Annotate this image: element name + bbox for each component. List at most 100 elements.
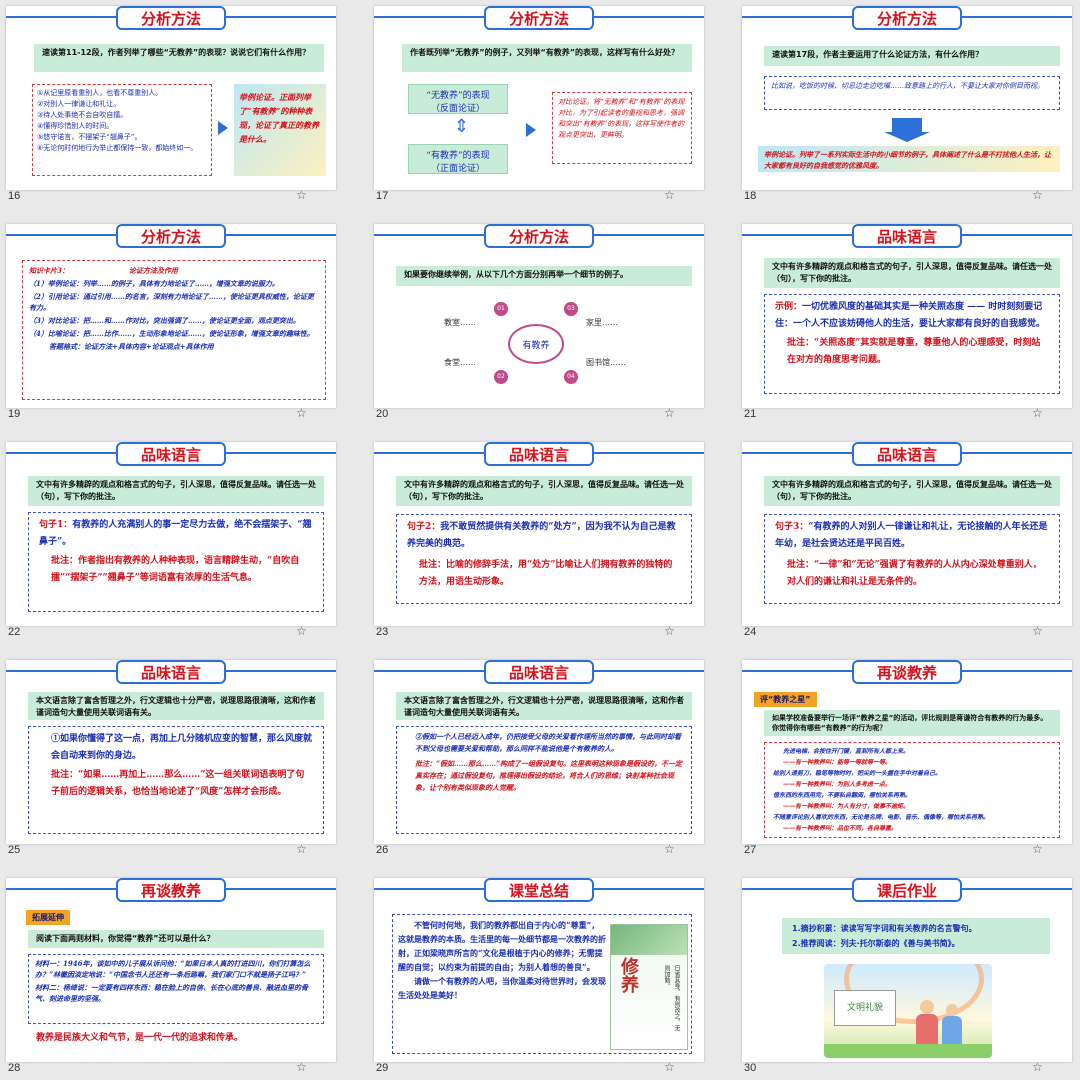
slide-20[interactable]: 分析方法 如果要你继续举例，从以下几个方面分别再举一个细节的例子。 有教养 01… [374,224,704,408]
sentence-label: 句子2： [407,522,441,532]
slide-thumbnail[interactable]: 分析方法 速读第17段，作者主要运用了什么论证方法，有什么作用？ 比如说，吃饭的… [736,0,1080,208]
sentence-text: 有教养的人充满别人的事一定尽力去做，绝不会摆架子、“翘鼻子”。 [39,520,312,547]
slide-thumbnail[interactable]: 品味语言 文中有许多精辟的观点和格言式的句子，引人深思，值得反复品味。请任选一处… [368,436,724,644]
star-icon[interactable]: ☆ [1032,188,1043,202]
behavior-line: 借东西的东西用完，不要私自翻阅，哪怕关系再熟。 [773,792,912,799]
slide-23[interactable]: 品味语言 文中有许多精辟的观点和格言式的句子，引人深思，值得反复品味。请任选一处… [374,442,704,626]
summary-paragraph: 请做一个有教养的人吧，当你温柔对待世界时，会发现生活处处是美好！ [398,976,606,1000]
item: ④懂得珍惜别人的时间。 [37,122,114,130]
star-icon[interactable]: ☆ [664,842,675,856]
slide-thumbnail[interactable]: 品味语言 本文语言除了富含哲理之外，行文逻辑也十分严密，说理思路很清晰，这和作者… [368,654,724,862]
slide-27[interactable]: 再谈教养 评“教养之星” 如果学校准备要举行一场评“教养之星”的活动，评比规则是… [742,660,1072,844]
slide-number: 16 [8,190,21,202]
star-icon[interactable]: ☆ [664,406,675,420]
card-line: （3）对比论证：把……和……作对比，突出强调了……，使论证更全面，观点更突出。 [29,316,300,325]
sentence-text: 我不敢贸然提供有关教养的“处方”，因为我不认为自己是教养完美的典范。 [407,522,676,549]
question-box: 速读第11-12段，作者列举了哪些“无教养”的表现？说说它们有什么作用？ [34,44,324,72]
slide-thumbnail[interactable]: 课堂总结 不管何时何地，我们的教养都出自于内心的“尊重”，这就是教养的本质。生活… [368,872,724,1080]
slide-thumbnail[interactable]: 品味语言 文中有许多精辟的观点和格言式的句子，引人深思，值得反复品味。请任选一处… [0,436,356,644]
annotation-box: ②假如一个人已经迈入成年，仍把接受父母的关爱看作理所当然的事情，与此同时却看不到… [396,726,692,834]
star-icon[interactable]: ☆ [1032,406,1043,420]
conclusion-text: 教养是民族大义和气节，是一代一代的追求和传承。 [36,1033,244,1043]
annotation-box: 示例：一切优雅风度的基础其实是一种关照态度 —— 时时刻刻要记住：一个人不应该妨… [764,294,1060,394]
star-icon[interactable]: ☆ [664,624,675,638]
slide-title: 分析方法 [484,6,594,30]
note-text: 作者指出有教养的人种种表现，语言精辟生动，“自吹自擂”“摆架子”“翘鼻子”等词语… [51,556,300,583]
item: ②对别人一律谦让和礼让。 [37,100,121,108]
badge-02: 02 [494,370,508,384]
art-title: 修养 [618,957,639,993]
card-title: 论证方法及作用 [128,266,178,275]
slide-thumbnail[interactable]: 分析方法 知识卡片3： 论证方法及作用 （1）举例论证：列举……的例子，具体有力地… [0,218,356,426]
slide-26[interactable]: 品味语言 本文语言除了富含哲理之外，行文逻辑也十分严密，说理思路很清晰，这和作者… [374,660,704,844]
star-icon[interactable]: ☆ [664,188,675,202]
slide-thumbnail[interactable]: 课后作业 1.摘抄积累：读读写写字词和有关教养的名言警句。 2.推荐阅读：列夫·… [736,872,1080,1080]
slide-18[interactable]: 分析方法 速读第17段，作者主要运用了什么论证方法，有什么作用？ 比如说，吃饭的… [742,6,1072,190]
behavior-line: ——有一种教养叫：为别人多考虑一点。 [783,781,892,788]
question-box: 本文语言除了富含哲理之外，行文逻辑也十分严密，说理思路很清晰，这和作者谨词造句大… [28,692,324,720]
slide-28[interactable]: 再谈教养 拓展延伸 阅读下面两则材料，你觉得“教养”还可以是什么？ 材料一：19… [6,878,336,1062]
slide-thumbnail[interactable]: 再谈教养 拓展延伸 阅读下面两则材料，你觉得“教养”还可以是什么？ 材料一：19… [0,872,356,1080]
homework-item: 2.推荐阅读：列夫·托尔斯泰的《善与美书简》。 [792,939,960,948]
star-icon[interactable]: ☆ [1032,1060,1043,1074]
negative-box: “无教养”的表现 （反面论证） [408,84,508,114]
question-box: 文中有许多精辟的观点和格言式的句子，引人深思，值得反复品味。请任选一处（句），写… [396,476,692,506]
box-sublabel: （正面论证） [430,164,485,174]
slide-thumbnail[interactable]: 品味语言 本文语言除了富含哲理之外，行文逻辑也十分严密，说理思路很清晰，这和作者… [0,654,356,862]
civility-illustration: 文明礼貌 [824,964,992,1058]
slide-29[interactable]: 课堂总结 不管何时何地，我们的教养都出自于内心的“尊重”，这就是教养的本质。生活… [374,878,704,1062]
star-icon[interactable]: ☆ [1032,624,1043,638]
slide-thumbnail[interactable]: 品味语言 文中有许多精辟的观点和格言式的句子，引人深思，值得反复品味。请任选一处… [736,436,1080,644]
star-icon[interactable]: ☆ [1032,842,1043,856]
answer-box: 举例论证。列举了一系列实际生活中的小细节的例子，具体阐述了什么是不打扰他人生活，… [758,146,1060,172]
slide-19[interactable]: 分析方法 知识卡片3： 论证方法及作用 （1）举例论证：列举……的例子，具体有力地… [6,224,336,408]
slide-22[interactable]: 品味语言 文中有许多精辟的观点和格言式的句子，引人深思，值得反复品味。请任选一处… [6,442,336,626]
slide-number: 29 [376,1062,389,1074]
item: ③待人处事绝不会自吹自擂。 [37,111,128,119]
homework-item: 1.摘抄积累：读读写写字词和有关教养的名言警句。 [792,924,977,933]
slide-number: 28 [8,1062,21,1074]
slide-thumbnail[interactable]: 分析方法 速读第11-12段，作者列举了哪些“无教养”的表现？说说它们有什么作用… [0,0,356,208]
section-tag: 拓展延伸 [26,910,70,925]
slide-17[interactable]: 分析方法 作者既列举“无教养”的例子，又列举“有教养”的表现，这样写有什么好处？… [374,6,704,190]
question-box: 如果要你继续举例，从以下几个方面分别再举一个细节的例子。 [396,266,692,286]
star-icon[interactable]: ☆ [296,406,307,420]
slide-title: 再谈教养 [116,878,226,902]
aspect-canteen: 食堂…… [444,358,476,367]
slide-thumbnail[interactable]: 分析方法 作者既列举“无教养”的例子，又列举“有教养”的表现，这样写有什么好处？… [368,0,724,208]
behavior-line: ——有一种教养叫：品位不同，各自尊重。 [783,825,898,832]
slide-title: 分析方法 [116,224,226,248]
sentence-text: “有教养的人对别人一律谦让和礼让，无论接触的人年长还是年幼，是社会贤达还是平民百… [775,522,1048,549]
behavior-line: ——有一种教养叫：能等一等就等一等。 [783,759,892,766]
slide-number: 20 [376,408,389,420]
slide-24[interactable]: 品味语言 文中有许多精辟的观点和格言式的句子，引人深思，值得反复品味。请任选一处… [742,442,1072,626]
slide-30[interactable]: 课后作业 1.摘抄积累：读读写写字词和有关教养的名言警句。 2.推荐阅读：列夫·… [742,878,1072,1062]
slide-thumbnail[interactable]: 品味语言 文中有许多精辟的观点和格言式的句子，引人深思，值得反复品味。请任选一处… [736,218,1080,426]
star-icon[interactable]: ☆ [296,1060,307,1074]
slide-title: 再谈教养 [852,660,962,684]
slide-thumbnail[interactable]: 分析方法 如果要你继续举例，从以下几个方面分别再举一个细节的例子。 有教养 01… [368,218,724,426]
slide-16[interactable]: 分析方法 速读第11-12段，作者列举了哪些“无教养”的表现？说说它们有什么作用… [6,6,336,190]
knowledge-card: 知识卡片3： 论证方法及作用 （1）举例论证：列举……的例子，具体有力地论证了……… [22,260,326,400]
material-two: 材料二：杨绛说：一定要有四样东西：稳在脸上的自信、长在心底的善良、融进血里的骨气… [35,983,308,1003]
slide-title: 品味语言 [484,660,594,684]
behavior-line: 不随意评论别人喜欢的东西，无论是名牌、电影、音乐、偶像等，哪怕关系再熟。 [773,814,990,821]
question-box: 如果学校准备要举行一场评“教养之星”的活动，评比规则是蒋谦符合有教养的行为最多。… [764,710,1060,736]
star-icon[interactable]: ☆ [664,1060,675,1074]
summary-text: 不管何时何地，我们的教养都出自于内心的“尊重”，这就是教养的本质。生活里的每一处… [398,918,606,1002]
note-label: 批注： [415,759,436,768]
question-box: 本文语言除了富含哲理之外，行文逻辑也十分严密，说理思路很清晰，这和作者谨词造句大… [396,692,692,720]
banner-sign: 文明礼貌 [834,990,896,1026]
star-icon[interactable]: ☆ [296,188,307,202]
slide-25[interactable]: 品味语言 本文语言除了富含哲理之外，行文逻辑也十分严密，说理思路很清晰，这和作者… [6,660,336,844]
slide-thumbnail[interactable]: 再谈教养 评“教养之星” 如果学校准备要举行一场评“教养之星”的活动，评比规则是… [736,654,1080,862]
slide-21[interactable]: 品味语言 文中有许多精辟的观点和格言式的句子，引人深思，值得反复品味。请任选一处… [742,224,1072,408]
slide-number: 23 [376,626,389,638]
star-icon[interactable]: ☆ [296,842,307,856]
arrow-right-icon [526,123,536,137]
materials-box: 材料一：1946年，谈如中的儿子展从诉问他：“如果日本人真的打进四川，你们打算怎… [28,954,324,1024]
behavior-line: 先进电梯，会按住开门键，直到所有人都上来。 [783,748,910,755]
annotation-box: ①如果你懂得了这一点，再加上几分随机应变的智慧，那么风度就会自动来到你的身边。 … [28,726,324,834]
star-icon[interactable]: ☆ [296,624,307,638]
answer-box: 对比论证。将“无教养”和“有教养”的表现对比，为了引起读者的重视和思考，强调和突… [552,92,692,164]
